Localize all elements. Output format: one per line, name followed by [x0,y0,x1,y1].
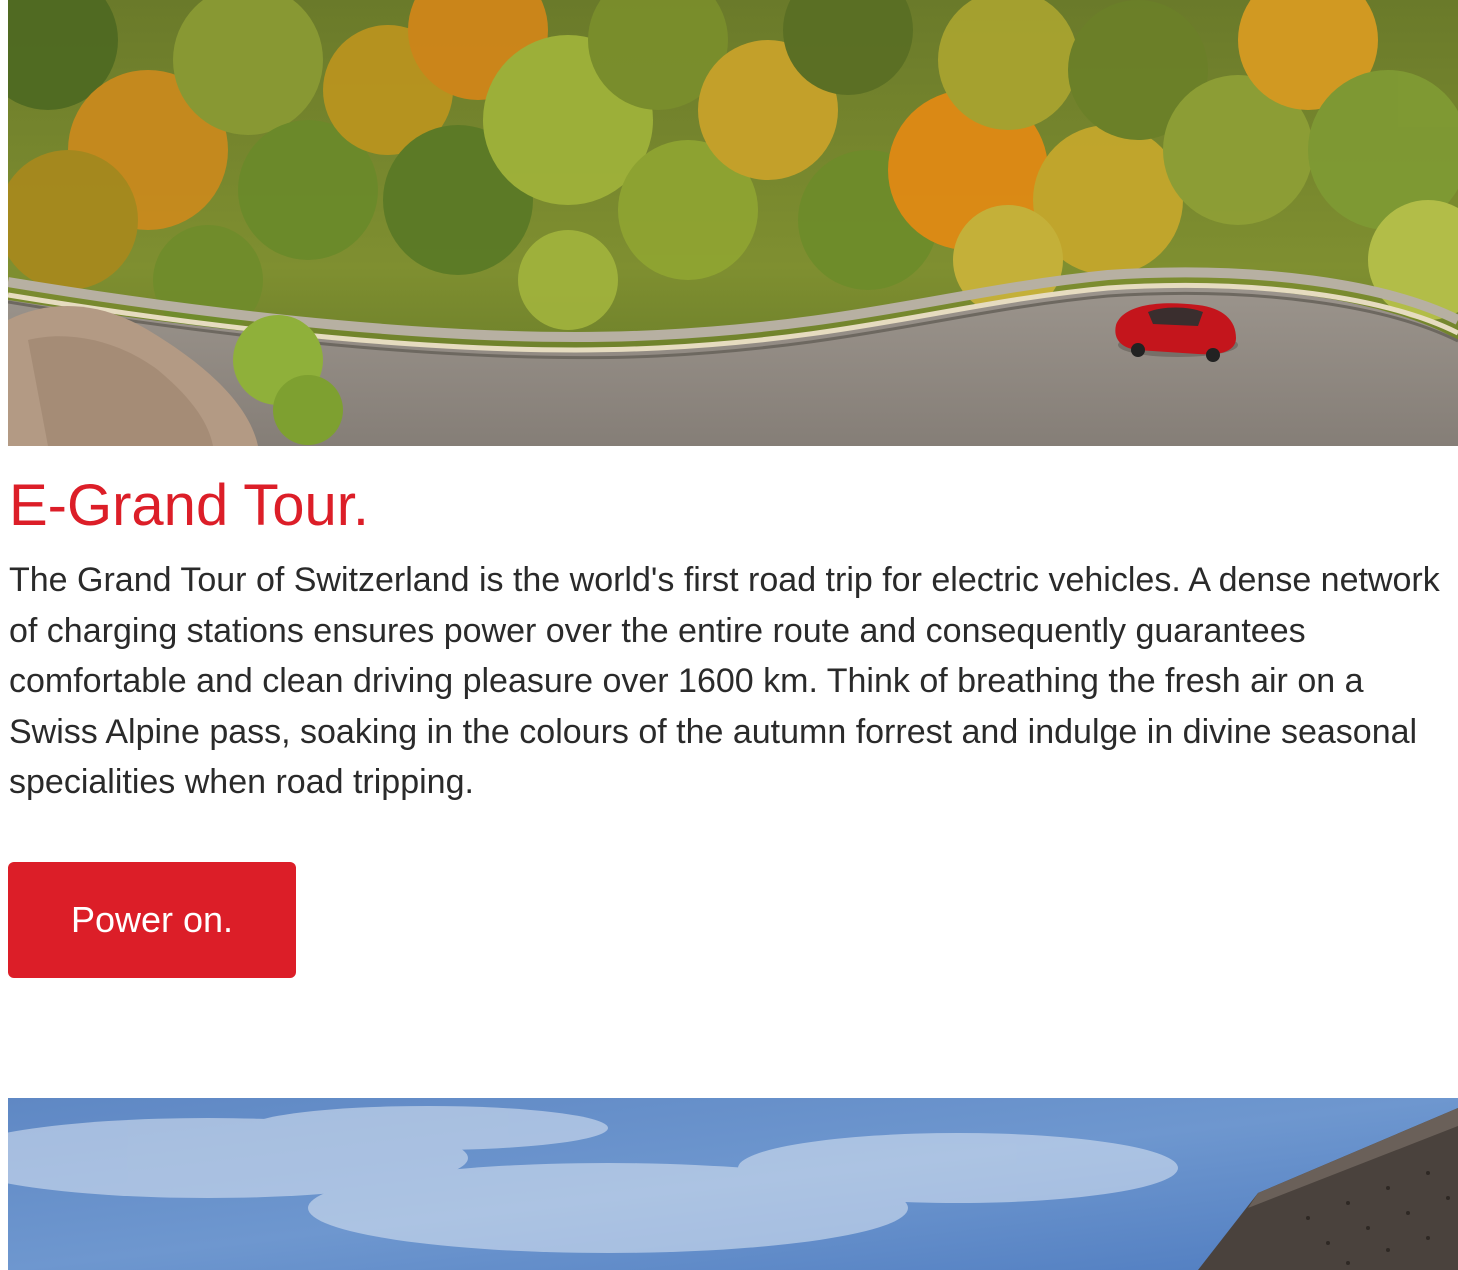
power-on-button[interactable]: Power on. [8,862,296,978]
sky-roof-photo [8,1098,1458,1270]
red-car [1115,303,1238,362]
secondary-image [8,1098,1458,1270]
autumn-road-photo [8,0,1458,446]
hero-image [8,0,1458,446]
page-title: E-Grand Tour. [9,473,370,538]
article-description: The Grand Tour of Switzerland is the wor… [9,561,1440,801]
